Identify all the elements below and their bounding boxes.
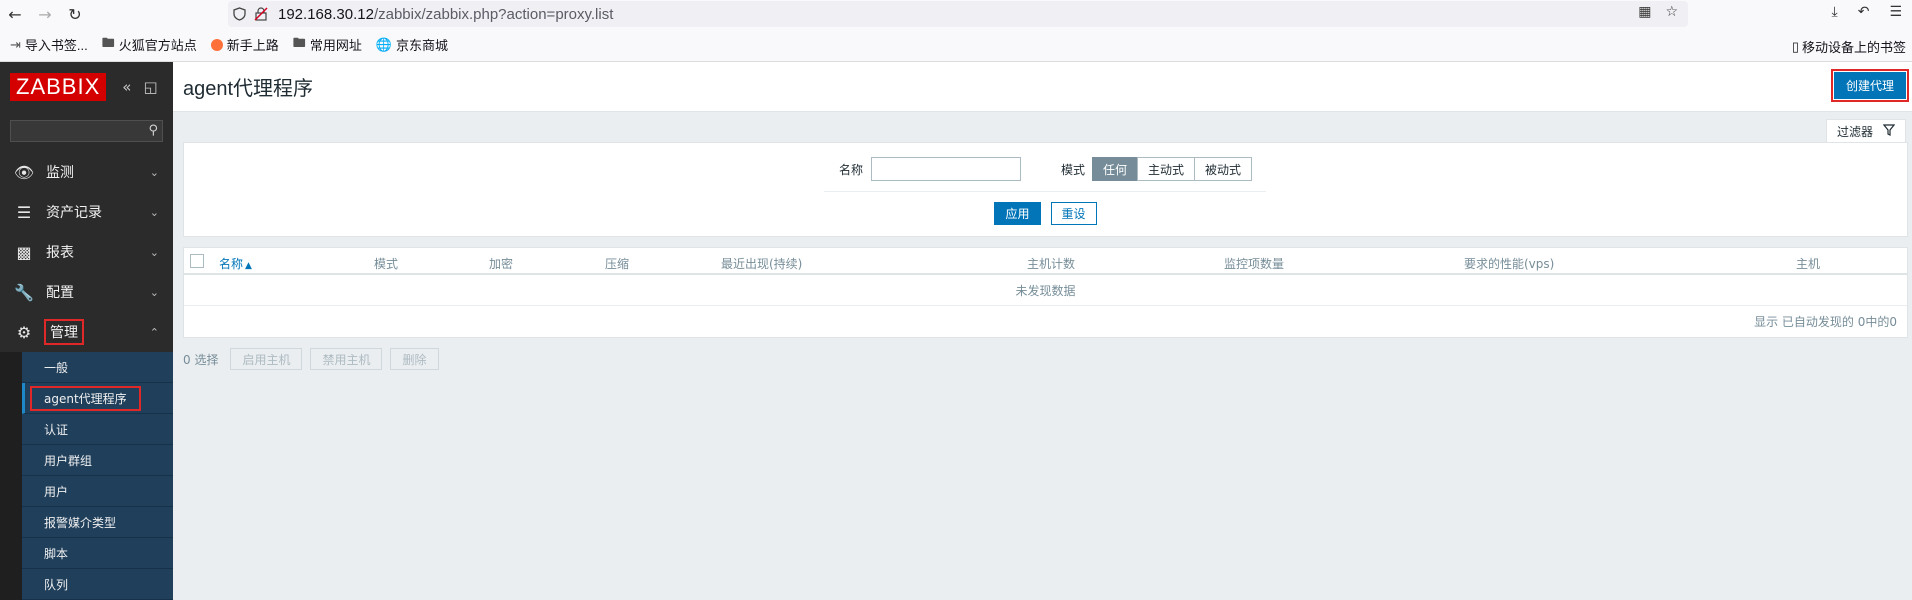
submenu-general[interactable]: 一般 — [22, 352, 173, 383]
list-icon: ☰ — [16, 202, 32, 222]
bookmark-common-sites[interactable]: 🖿 常用网址 — [293, 34, 362, 56]
page-title: agent代理程序 — [183, 78, 314, 100]
bar-chart-icon: ▩ — [16, 242, 32, 262]
col-name[interactable]: 名称 ▲ — [219, 255, 252, 272]
col-required-vps: 要求的性能(vps) — [1464, 257, 1555, 271]
forward-icon[interactable]: → — [30, 0, 60, 28]
col-encryption: 加密 — [489, 257, 514, 271]
menu-administration[interactable]: ⚙ 管理 ⌃ — [0, 312, 173, 352]
mode-segmented-control: 任何 主动式 被动式 — [1091, 157, 1253, 181]
insecure-lock-icon[interactable] — [250, 7, 272, 21]
col-last-seen: 最近出现(持续) — [721, 257, 803, 271]
submenu-authentication[interactable]: 认证 — [22, 414, 173, 445]
eye-icon: 👁 — [13, 162, 35, 182]
table-stats: 显示 已自动发现的 0中的0 — [1754, 315, 1897, 329]
create-proxy-button[interactable]: 创建代理 — [1830, 69, 1910, 102]
download-icon[interactable]: ⤓ — [1832, 4, 1838, 20]
zabbix-logo[interactable]: ZABBIX — [10, 73, 107, 101]
sidebar: ZABBIX « ◱ ⚲ 👁 监测 ⌄ ☰ 资产记录 ⌄ ▩ 报表 ⌄ 🔧 配置… — [0, 62, 173, 600]
disable-hosts-button[interactable]: 禁用主机 — [310, 348, 383, 370]
mobile-icon: ▯ — [1791, 38, 1799, 54]
bookmark-jd[interactable]: 🌐 京东商城 — [376, 35, 448, 54]
table-header: 名称 ▲ 模式 加密 压缩 最近出现(持续) 主机计数 监控项数量 要求的性能(v… — [184, 248, 1907, 275]
search-icon[interactable]: ⚲ — [148, 123, 158, 138]
col-host-count: 主机计数 — [1027, 257, 1076, 271]
menu-icon[interactable]: ☰ — [1889, 4, 1902, 20]
sort-asc-icon: ▲ — [245, 261, 252, 271]
bookmark-firefox-site[interactable]: 🖿 火狐官方站点 — [102, 34, 197, 56]
col-hosts: 主机 — [1796, 257, 1821, 271]
chevron-down-icon: ⌄ — [149, 245, 159, 259]
folder-icon: 🖿 — [292, 34, 306, 50]
col-item-count: 监控项数量 — [1224, 257, 1285, 271]
bookmarks-bar: ⇥ 导入书签... 🖿 火狐官方站点 新手上路 🖿 常用网址 🌐 京东商城 ▯ 移动设备上… — [0, 28, 1912, 62]
mode-filter-label: 模式 — [1060, 162, 1085, 177]
mode-any-option[interactable]: 任何 — [1091, 157, 1138, 181]
col-compression: 压缩 — [605, 257, 630, 271]
reset-button[interactable]: 重设 — [1050, 202, 1097, 225]
chevron-down-icon: ⌄ — [149, 285, 159, 299]
selected-count: 0 选择 — [183, 352, 219, 367]
proxy-table: 名称 ▲ 模式 加密 压缩 最近出现(持续) 主机计数 监控项数量 要求的性能(v… — [183, 247, 1908, 338]
chevron-down-icon: ⌄ — [149, 165, 159, 179]
mode-passive-option[interactable]: 被动式 — [1194, 157, 1253, 181]
enable-hosts-button[interactable]: 启用主机 — [230, 348, 303, 370]
mode-active-option[interactable]: 主动式 — [1137, 157, 1196, 181]
filter-tab[interactable]: 过滤器 — [1826, 119, 1906, 143]
bookmark-import[interactable]: ⇥ 导入书签... — [10, 35, 88, 54]
star-icon[interactable]: ☆ — [1665, 4, 1678, 20]
wrench-icon: 🔧 — [14, 282, 34, 302]
apply-button[interactable]: 应用 — [994, 202, 1041, 225]
submenu-user-groups[interactable]: 用户群组 — [22, 445, 173, 476]
kiosk-mode-icon[interactable]: ◱ — [143, 78, 157, 96]
no-data-row: 未发现数据 — [184, 275, 1907, 306]
import-icon: ⇥ — [10, 36, 21, 52]
col-mode[interactable]: 模式 — [374, 255, 398, 272]
submenu-proxies[interactable]: agent代理程序 — [22, 383, 173, 414]
submenu-users[interactable]: 用户 — [22, 476, 173, 507]
submenu-queue[interactable]: 队列 — [22, 569, 173, 600]
globe-icon: 🌐 — [375, 36, 393, 52]
sidebar-search-input[interactable]: ⚲ — [10, 120, 163, 142]
reload-icon[interactable]: ↻ — [60, 0, 90, 28]
filter-icon — [1882, 124, 1896, 139]
name-filter-label: 名称 — [838, 162, 863, 177]
submenu-scripts[interactable]: 脚本 — [22, 538, 173, 569]
name-filter-input[interactable] — [870, 157, 1021, 181]
menu-monitoring[interactable]: 👁 监测 ⌄ — [0, 152, 173, 192]
collapse-sidebar-icon[interactable]: « — [122, 78, 131, 96]
menu-reports[interactable]: ▩ 报表 ⌄ — [0, 232, 173, 272]
firefox-icon — [210, 38, 223, 51]
menu-inventory[interactable]: ☰ 资产记录 ⌄ — [0, 192, 173, 232]
gear-icon: ⚙ — [16, 322, 32, 342]
submenu-media-types[interactable]: 报警媒介类型 — [22, 507, 173, 538]
chevron-up-icon: ⌃ — [149, 325, 159, 339]
filter-panel: 名称 模式 任何 主动式 被动式 应用 重设 — [183, 142, 1908, 237]
mass-actions: 0 选择 启用主机 禁用主机 删除 — [183, 348, 1912, 370]
back-icon[interactable]: ← — [0, 0, 30, 28]
shield-icon[interactable] — [228, 7, 250, 21]
folder-icon: 🖿 — [101, 34, 115, 50]
delete-button[interactable]: 删除 — [390, 348, 439, 370]
admin-submenu: 一般 agent代理程序 认证 用户群组 用户 报警媒介类型 脚本 队列 — [22, 352, 173, 600]
undo-icon[interactable]: ↶ — [1858, 4, 1870, 20]
url-bar[interactable]: 192.168.30.12/zabbix/zabbix.php?action=p… — [228, 1, 1688, 27]
main-content: agent代理程序 创建代理 过滤器 名称 模式 任何 主动式 被动式 应用 重… — [173, 62, 1912, 587]
mobile-bookmarks[interactable]: ▯ 移动设备上的书签 — [1792, 37, 1906, 56]
chevron-down-icon: ⌄ — [149, 205, 159, 219]
bookmark-getting-started[interactable]: 新手上路 — [210, 35, 279, 54]
qr-code-icon[interactable]: ▦ — [1638, 4, 1651, 20]
url-text: 192.168.30.12/zabbix/zabbix.php?action=p… — [278, 5, 614, 23]
menu-configuration[interactable]: 🔧 配置 ⌄ — [0, 272, 173, 312]
select-all-checkbox[interactable] — [190, 254, 204, 268]
browser-toolbar: ← → ↻ 192.168.30.12/zabbix/zabbix.php?ac… — [0, 0, 1912, 28]
